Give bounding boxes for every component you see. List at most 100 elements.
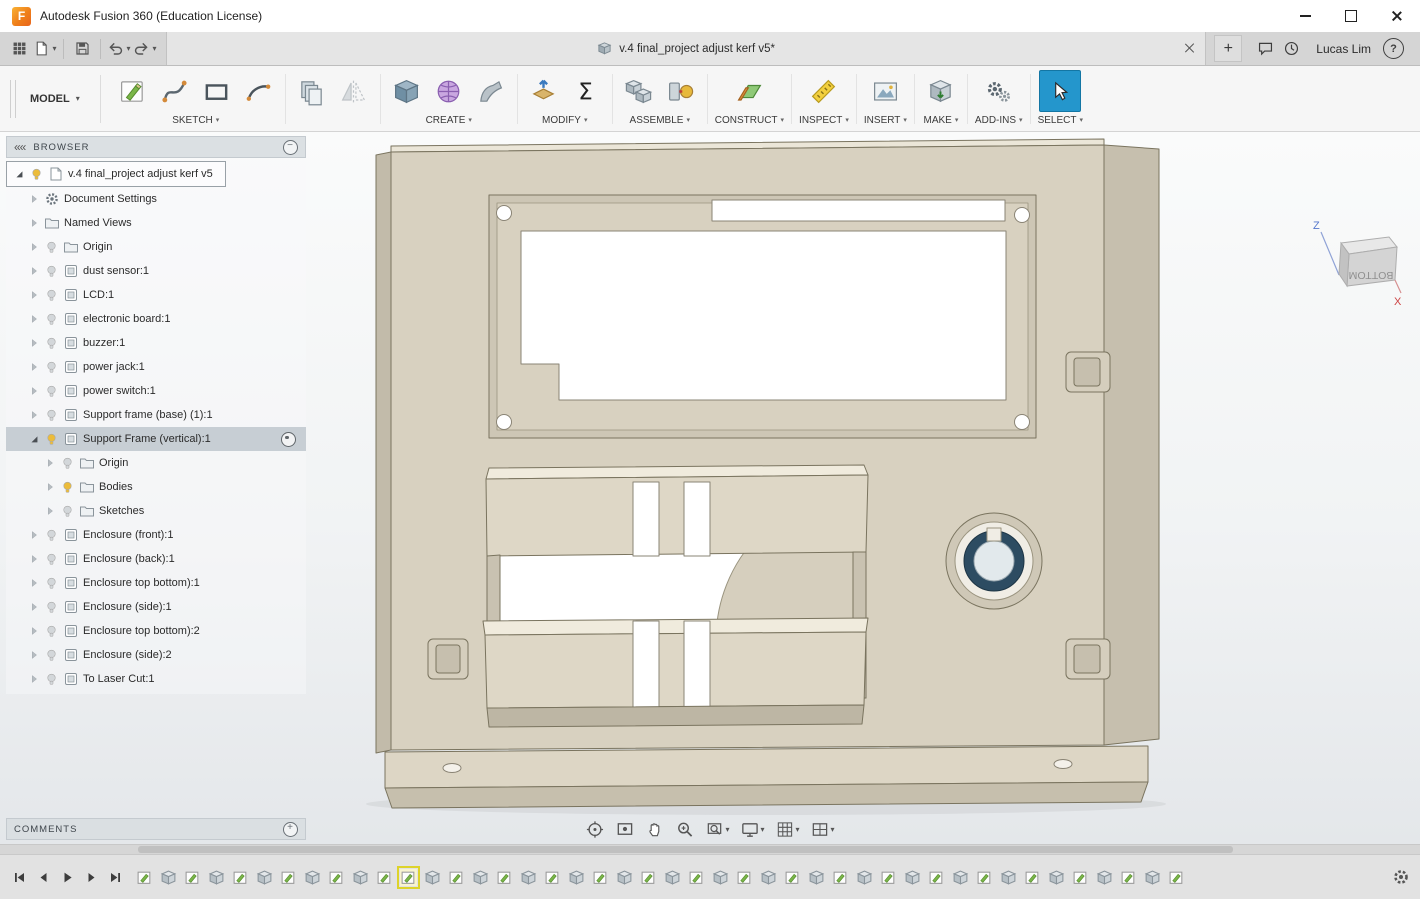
timeline-settings-button[interactable] xyxy=(1391,867,1411,887)
tool-form-button[interactable] xyxy=(430,72,468,110)
browser-row-dust-sensor-1[interactable]: dust sensor:1 xyxy=(6,259,306,283)
visibility-bulb-icon[interactable] xyxy=(60,504,75,519)
expand-arrow-icon[interactable] xyxy=(28,577,40,589)
model-round-hole[interactable] xyxy=(945,512,1043,610)
timeline-feature-sketch-29[interactable] xyxy=(832,869,849,886)
nav-fit-button[interactable]: ▾ xyxy=(703,818,731,840)
browser-row-enclosure-side-2[interactable]: Enclosure (side):2 xyxy=(6,643,306,667)
timeline-feature-sketch-43[interactable] xyxy=(1168,869,1185,886)
visibility-bulb-icon[interactable] xyxy=(44,600,59,615)
tool-measure-button[interactable] xyxy=(805,72,843,110)
timeline-feature-cube-34[interactable] xyxy=(952,869,969,886)
timeline-feature-sketch-8[interactable] xyxy=(328,869,345,886)
timeline-feature-cube-9[interactable] xyxy=(352,869,369,886)
ribbon-group-label[interactable]: ASSEMBLE ▾ xyxy=(630,113,690,127)
expand-arrow-icon[interactable] xyxy=(28,625,40,637)
timeline-feature-cube-24[interactable] xyxy=(712,869,729,886)
nav-zoom-button[interactable] xyxy=(673,818,696,840)
timeline-stepfwd-button[interactable] xyxy=(81,867,102,888)
visibility-bulb-icon[interactable] xyxy=(44,528,59,543)
browser-row-enclosure-front-1[interactable]: Enclosure (front):1 xyxy=(6,523,306,547)
tool-select-button[interactable] xyxy=(1039,70,1082,112)
maximize-button[interactable] xyxy=(1328,0,1374,32)
expand-arrow-icon[interactable] xyxy=(44,457,56,469)
expand-arrow-icon[interactable] xyxy=(28,409,40,421)
help-button[interactable] xyxy=(1383,38,1404,59)
browser-row-enclosure-back-1[interactable]: Enclosure (back):1 xyxy=(6,547,306,571)
timeline-feature-cube-3[interactable] xyxy=(208,869,225,886)
browser-row-v-4-final-project-adjust-kerf-v5[interactable]: v.4 final_project adjust kerf v5 xyxy=(6,161,226,187)
ribbon-group-label[interactable]: CONSTRUCT ▾ xyxy=(715,113,784,127)
timeline-feature-sketch-33[interactable] xyxy=(928,869,945,886)
timeline-feature-sketch-0[interactable] xyxy=(136,869,153,886)
tool-assemble-button[interactable] xyxy=(620,72,658,110)
timeline-scrollbar-thumb[interactable] xyxy=(138,846,1233,853)
tool-addins-button[interactable] xyxy=(980,72,1018,110)
timeline-scrollbar[interactable] xyxy=(0,845,1420,855)
expand-arrow-icon[interactable] xyxy=(44,481,56,493)
browser-row-power-jack-1[interactable]: power jack:1 xyxy=(6,355,306,379)
tool-make-button[interactable] xyxy=(922,72,960,110)
visibility-bulb-icon[interactable] xyxy=(44,408,59,423)
timeline-feature-cube-36[interactable] xyxy=(1000,869,1017,886)
ribbon-group-label[interactable]: SKETCH ▾ xyxy=(172,113,219,127)
timeline-feature-sketch-31[interactable] xyxy=(880,869,897,886)
chevron-down-icon[interactable]: ▾ xyxy=(725,825,729,834)
timeline-play-button[interactable] xyxy=(57,867,78,888)
ribbon-group-label[interactable]: MODIFY ▾ xyxy=(542,113,587,127)
browser-row-electronic-board-1[interactable]: electronic board:1 xyxy=(6,307,306,331)
comments-button[interactable] xyxy=(1253,36,1277,62)
visibility-bulb-icon[interactable] xyxy=(44,672,59,687)
browser-row-named-views[interactable]: Named Views xyxy=(6,211,306,235)
browser-row-document-settings[interactable]: Document Settings xyxy=(6,187,306,211)
save-button[interactable] xyxy=(70,36,94,62)
new-tab-button[interactable] xyxy=(1214,35,1243,62)
tool-rectangle-button[interactable] xyxy=(198,72,236,110)
timeline-feature-cube-20[interactable] xyxy=(616,869,633,886)
visibility-bulb-icon[interactable] xyxy=(44,264,59,279)
nav-viewports-button[interactable]: ▾ xyxy=(809,818,837,840)
collapse-arrow-icon[interactable] xyxy=(28,433,40,445)
tool-plane-button[interactable] xyxy=(730,72,768,110)
browser-header[interactable]: «« BROWSER − xyxy=(6,136,306,158)
timeline-feature-cube-5[interactable] xyxy=(256,869,273,886)
expand-arrow-icon[interactable] xyxy=(28,289,40,301)
tool-sweep-button[interactable] xyxy=(472,72,510,110)
ribbon-group-label[interactable]: INSPECT ▾ xyxy=(799,113,849,127)
activate-component-radio[interactable] xyxy=(281,431,296,447)
visibility-bulb-icon[interactable] xyxy=(44,384,59,399)
timeline-feature-sketch-35[interactable] xyxy=(976,869,993,886)
model-display-opening[interactable] xyxy=(488,194,1037,439)
visibility-bulb-icon[interactable] xyxy=(44,312,59,327)
timeline-feature-cube-32[interactable] xyxy=(904,869,921,886)
browser-row-bodies[interactable]: Bodies xyxy=(6,475,306,499)
browser-row-sketches[interactable]: Sketches xyxy=(6,499,306,523)
visibility-bulb-icon[interactable] xyxy=(44,624,59,639)
tool-canvas-button[interactable] xyxy=(866,72,904,110)
timeline-feature-sketch-10[interactable] xyxy=(376,869,393,886)
visibility-bulb-icon[interactable] xyxy=(44,288,59,303)
nav-display-settings-button[interactable]: ▾ xyxy=(738,818,766,840)
visibility-bulb-icon[interactable] xyxy=(44,432,59,447)
tool-pattern-button[interactable] xyxy=(293,72,331,110)
timeline-feature-sketch-41[interactable] xyxy=(1120,869,1137,886)
collapse-arrow-icon[interactable] xyxy=(13,168,25,180)
expand-arrow-icon[interactable] xyxy=(28,337,40,349)
document-tab[interactable]: v.4 final_project adjust kerf v5* xyxy=(166,32,1207,65)
job-status-button[interactable] xyxy=(1279,36,1303,62)
tool-presspull-button[interactable] xyxy=(525,72,563,110)
ribbon-group-label[interactable]: ADD-INS ▾ xyxy=(975,113,1023,127)
timeline-feature-sketch-25[interactable] xyxy=(736,869,753,886)
tab-close-icon[interactable] xyxy=(1183,42,1195,54)
user-account-button[interactable]: Lucas Lim xyxy=(1316,42,1371,56)
nav-pan-button[interactable] xyxy=(643,818,666,840)
nav-look-at-button[interactable] xyxy=(613,818,636,840)
timeline-feature-cube-26[interactable] xyxy=(760,869,777,886)
expand-arrow-icon[interactable] xyxy=(28,217,40,229)
browser-row-enclosure-top-bottom-1[interactable]: Enclosure top bottom):1 xyxy=(6,571,306,595)
expand-arrow-icon[interactable] xyxy=(28,649,40,661)
tool-sketch-button[interactable] xyxy=(114,72,152,110)
timeline-feature-sketch-23[interactable] xyxy=(688,869,705,886)
timeline-feature-cube-28[interactable] xyxy=(808,869,825,886)
timeline-feature-sketch-27[interactable] xyxy=(784,869,801,886)
